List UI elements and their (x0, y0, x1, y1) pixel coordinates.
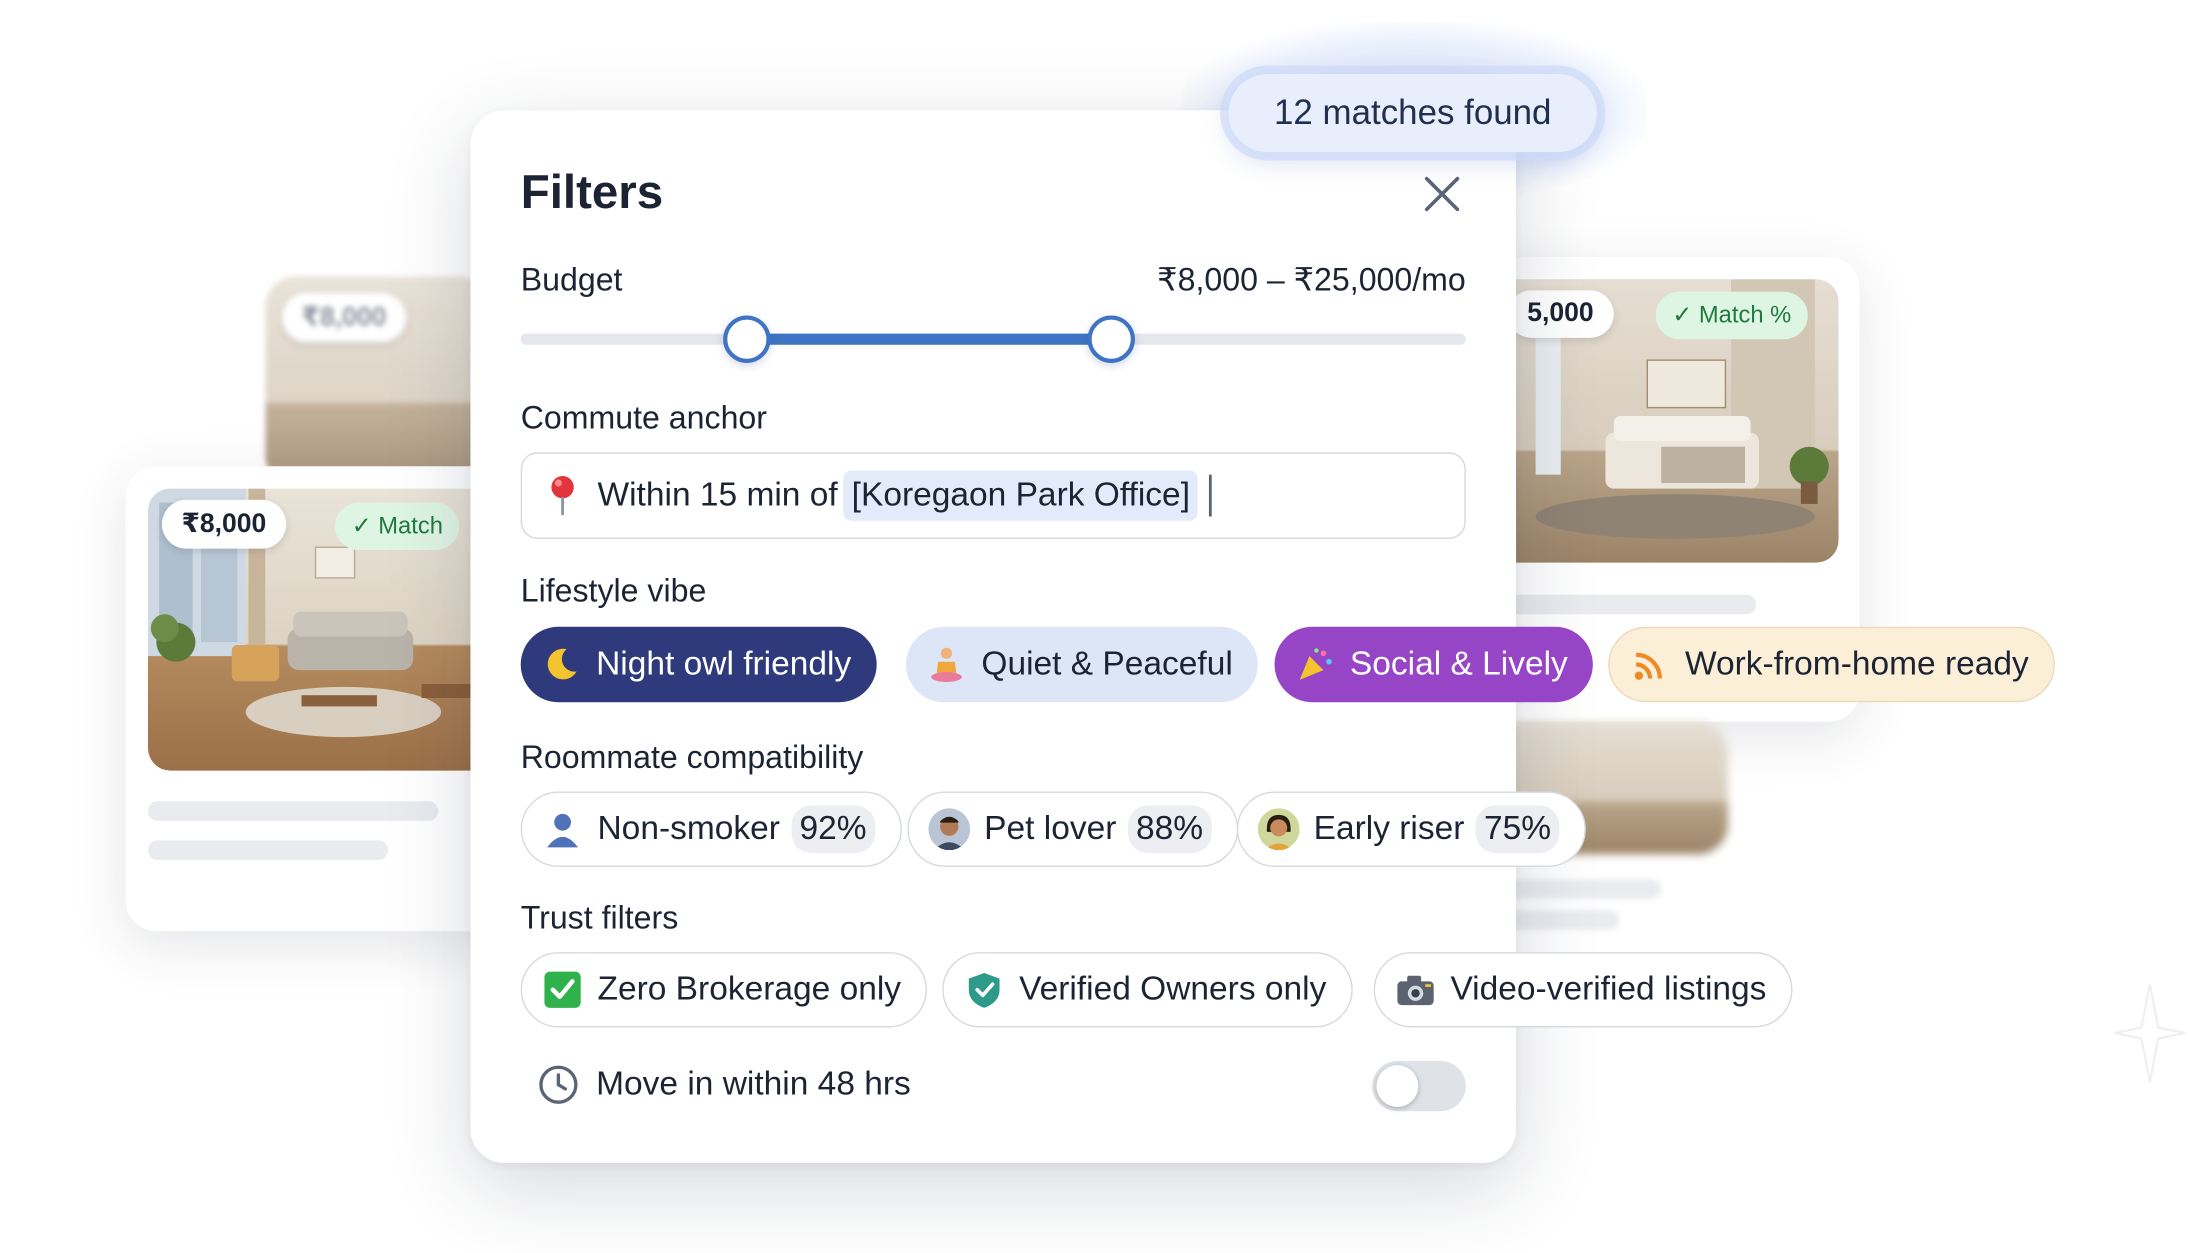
skeleton-line (147, 840, 389, 860)
match-badge: ✓ Match (335, 502, 460, 551)
price-badge: ₹8,000 (281, 293, 406, 343)
roommate-label: Roommate compatibility (520, 738, 864, 775)
lifestyle-label: Lifestyle vibe (520, 572, 707, 609)
chip-video-verified[interactable]: Video-verified listings (1373, 952, 1793, 1028)
filters-panel: Filters Budget ₹8,000 – ₹25,000/mo Commu… (470, 110, 2056, 1163)
avatar-woman-icon (1257, 808, 1300, 851)
camera-icon (1395, 969, 1437, 1011)
party-popper-icon (1294, 644, 1336, 686)
price-badge: 5,000 (1507, 290, 1614, 338)
close-button[interactable] (1420, 172, 1465, 217)
compatibility-percent: 75% (1475, 805, 1560, 853)
move-in-toggle[interactable] (1372, 1060, 1466, 1112)
trust-label: Trust filters (520, 899, 679, 936)
move-in-label: Move in within 48 hrs (596, 1065, 911, 1103)
skeleton-line (147, 801, 439, 821)
check-icon: ✓ (1672, 301, 1699, 329)
avatar-man-icon (928, 808, 971, 851)
shield-check-icon (963, 969, 1005, 1011)
chip-night-owl[interactable]: Night owl friendly (520, 626, 877, 703)
budget-slider-fill (746, 333, 1113, 345)
moon-icon (540, 644, 582, 686)
compatibility-percent: 88% (1127, 805, 1212, 853)
chip-verified-owners[interactable]: Verified Owners only (942, 952, 1353, 1028)
toggle-knob (1376, 1065, 1419, 1108)
chip-quiet-peaceful[interactable]: Quiet & Peaceful (906, 626, 1258, 703)
chip-social-lively[interactable]: Social & Lively (1274, 626, 1593, 703)
price-badge: ₹8,000 (161, 499, 286, 549)
match-badge: ✓ Match % (1655, 291, 1808, 340)
budget-min-handle[interactable] (723, 315, 771, 363)
matches-count-badge[interactable]: 12 matches found (1228, 73, 1598, 153)
chip-early-riser[interactable]: Early riser 75% (1236, 791, 1586, 867)
commute-prefix: Within 15 min of (597, 476, 838, 514)
person-icon (542, 808, 584, 850)
listing-card-left[interactable]: ₹8,000 ✓ Match (125, 466, 503, 932)
move-in-row: Move in within 48 hrs (537, 1064, 911, 1106)
chip-pet-lover[interactable]: Pet lover 88% (907, 791, 1238, 867)
listing-card-back-left[interactable]: ₹8,000 (265, 276, 489, 486)
skeleton-line (1507, 910, 1620, 930)
text-caret (1209, 474, 1213, 517)
panel-title: Filters (520, 166, 664, 220)
skeleton-line (1507, 594, 1757, 615)
chip-work-from-home[interactable]: Work-from-home ready (1608, 626, 2056, 703)
commute-place: [Koregaon Park Office] (843, 470, 1199, 521)
location-pin-icon (551, 476, 574, 516)
wifi-icon (1629, 644, 1671, 686)
skeleton-line (1507, 879, 1662, 900)
close-icon (1424, 176, 1460, 212)
check-box-icon (542, 969, 584, 1011)
commute-label: Commute anchor (520, 399, 767, 436)
sparkle-decoration (2114, 983, 2185, 1083)
chip-non-smoker[interactable]: Non-smoker 92% (520, 791, 902, 867)
check-icon: ✓ (351, 512, 379, 539)
chip-zero-brokerage[interactable]: Zero Brokerage only (520, 952, 928, 1028)
commute-input[interactable]: Within 15 min of [Koregaon Park Office] (520, 452, 1466, 539)
clock-icon (539, 1065, 578, 1104)
budget-label: Budget (520, 261, 623, 298)
meditation-icon (926, 644, 968, 686)
budget-range-value: ₹8,000 – ₹25,000/mo (1157, 261, 1466, 298)
budget-max-handle[interactable] (1087, 315, 1135, 363)
compatibility-percent: 92% (791, 805, 875, 853)
